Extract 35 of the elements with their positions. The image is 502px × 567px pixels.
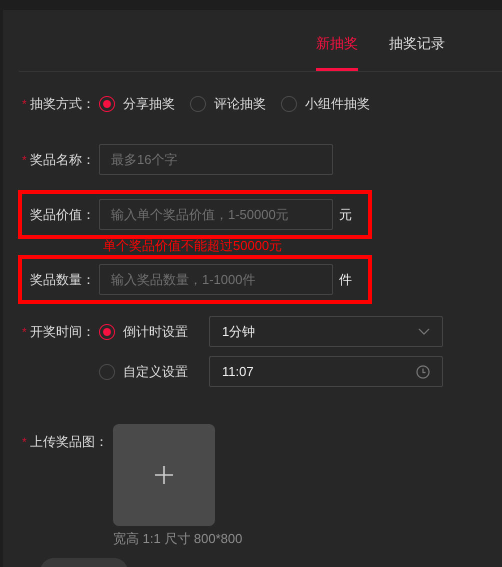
radio-label: 倒计时设置	[123, 322, 189, 341]
field-label: 奖品价值：	[30, 206, 96, 224]
field-label: 抽奖方式：	[30, 94, 96, 113]
radio-button[interactable]	[281, 96, 297, 112]
input-field[interactable]: 输入奖品数量，1-1000件	[99, 264, 333, 295]
field-label: 奖品名称：	[30, 150, 96, 169]
input-field[interactable]: 输入单个奖品价值，1-50000元	[99, 199, 333, 230]
radio-button[interactable]	[99, 324, 115, 340]
clock-icon	[416, 364, 430, 378]
radio-button[interactable]	[99, 364, 115, 380]
dropdown[interactable]: 1分钟	[209, 316, 443, 347]
required-mark: *	[22, 96, 28, 112]
unit-label: 元	[339, 206, 352, 224]
radio-button[interactable]	[99, 96, 115, 112]
upload-button[interactable]	[113, 424, 215, 526]
field-label: 上传奖品图：	[30, 433, 108, 451]
error-message: 单个奖品价值不能超过50000元	[103, 238, 284, 253]
input-field[interactable]: 最多16个字	[99, 144, 333, 175]
radio-label: 评论抽奖	[214, 94, 266, 113]
upload-hint: 宽高 1:1 尺寸 800*800	[113, 530, 242, 548]
radio-button[interactable]	[190, 96, 206, 112]
required-mark: *	[22, 324, 28, 341]
radio-label: 分享抽奖	[123, 94, 175, 113]
radio-label: 小组件抽奖	[305, 94, 370, 113]
field-label: 奖品数量：	[30, 270, 96, 289]
radio-label: 自定义设置	[123, 362, 189, 381]
field-label: 开奖时间：	[30, 323, 96, 341]
required-mark: *	[22, 152, 28, 168]
required-mark: *	[22, 434, 28, 451]
chevron-down-icon	[418, 328, 430, 336]
tab[interactable]: 抽奖记录	[389, 31, 445, 71]
unit-label: 件	[339, 270, 352, 289]
time-picker[interactable]: 11:07	[209, 356, 443, 387]
plus-icon	[155, 466, 173, 484]
tab[interactable]: 新抽奖	[316, 31, 358, 71]
